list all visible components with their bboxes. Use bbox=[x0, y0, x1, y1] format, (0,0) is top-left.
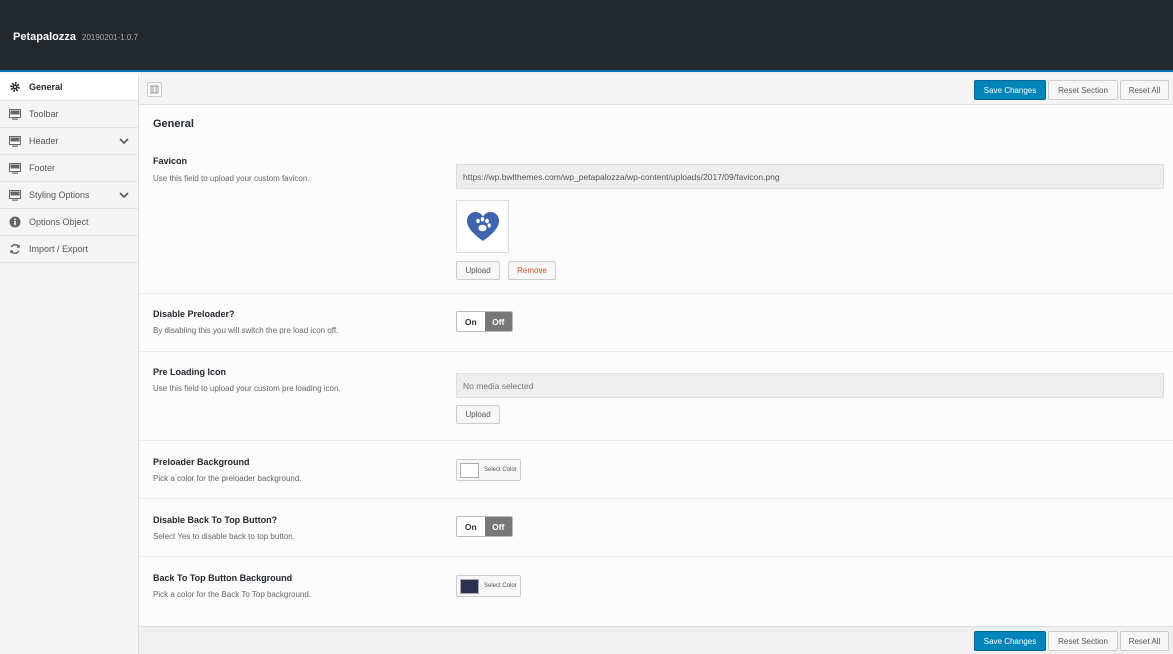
favicon-description: Use this field to upload your custom fav… bbox=[153, 174, 310, 183]
preicon-description: Use this field to upload your custom pre… bbox=[153, 384, 341, 393]
sidebar-item-label: Options Object bbox=[29, 217, 89, 227]
preloader-row: Disable Preloader? By disabling this you… bbox=[139, 294, 1173, 352]
options-panel: General Favicon Use this field to upload… bbox=[139, 105, 1173, 626]
favicon-label: Favicon bbox=[153, 156, 188, 166]
color-swatch bbox=[460, 578, 479, 594]
sidebar-item-label: General bbox=[29, 82, 63, 92]
preicon-url-field[interactable]: No media selected bbox=[456, 373, 1164, 398]
sidebar-item-label: Toolbar bbox=[29, 109, 59, 119]
sidebar-item-label: Styling Options bbox=[29, 190, 90, 200]
preloader-label: Disable Preloader? bbox=[153, 309, 235, 319]
preloader-toggle[interactable]: On Off bbox=[456, 311, 513, 332]
favicon-row: Favicon Use this field to upload your cu… bbox=[139, 145, 1173, 294]
info-icon bbox=[9, 216, 21, 228]
options-toolbar: Save Changes Reset Section Reset All bbox=[139, 74, 1173, 105]
toggle-on-option[interactable]: On bbox=[457, 517, 485, 536]
backtop-toggle[interactable]: On Off bbox=[456, 516, 513, 537]
monitor-icon bbox=[9, 162, 21, 174]
app-title: Petapalozza bbox=[13, 31, 76, 43]
sidebar: General Toolbar Header Footer Styling Op… bbox=[0, 74, 139, 654]
save-changes-button[interactable]: Save Changes bbox=[974, 631, 1046, 651]
monitor-icon bbox=[9, 189, 21, 201]
section-title: General bbox=[153, 118, 194, 130]
monitor-icon bbox=[9, 135, 21, 147]
refresh-icon bbox=[9, 243, 21, 255]
sidebar-item-options-object[interactable]: Options Object bbox=[0, 209, 138, 236]
sidebar-item-label: Import / Export bbox=[29, 244, 89, 254]
reset-section-button[interactable]: Reset Section bbox=[1048, 631, 1118, 651]
paw-heart-icon bbox=[466, 211, 499, 241]
toggle-on-option[interactable]: On bbox=[457, 312, 485, 331]
sidebar-item-toolbar[interactable]: Toolbar bbox=[0, 101, 138, 128]
favicon-upload-button[interactable]: Upload bbox=[456, 261, 500, 280]
sidebar-item-general[interactable]: General bbox=[0, 74, 138, 101]
monitor-icon bbox=[9, 108, 21, 120]
reset-all-button[interactable]: Reset All bbox=[1120, 631, 1169, 651]
sidebar-item-label: Header bbox=[29, 136, 59, 146]
top-bar: Petapalozza 20190201-1.0.7 bbox=[0, 0, 1173, 72]
select-color-label: Select Color bbox=[484, 467, 517, 473]
backtopbg-row: Back To Top Button Background Pick a col… bbox=[139, 557, 1173, 626]
reset-all-button[interactable]: Reset All bbox=[1120, 80, 1169, 100]
sidebar-item-styling-options[interactable]: Styling Options bbox=[0, 182, 138, 209]
backtopbg-color-picker[interactable]: Select Color bbox=[456, 575, 521, 597]
prebg-label: Preloader Background bbox=[153, 457, 250, 467]
expand-options-button[interactable] bbox=[147, 82, 162, 97]
backtop-label: Disable Back To Top Button? bbox=[153, 515, 278, 525]
preloader-description: By disabling this you will switch the pr… bbox=[153, 326, 339, 335]
preicon-label: Pre Loading Icon bbox=[153, 367, 227, 377]
prebg-color-picker[interactable]: Select Color bbox=[456, 459, 521, 481]
chevron-down-icon[interactable] bbox=[119, 190, 129, 200]
backtopbg-label: Back To Top Button Background bbox=[153, 573, 293, 583]
favicon-remove-button[interactable]: Remove bbox=[508, 261, 556, 280]
prebg-row: Preloader Background Pick a color for th… bbox=[139, 441, 1173, 499]
backtop-row: Disable Back To Top Button? Select Yes t… bbox=[139, 499, 1173, 557]
sidebar-item-import-export[interactable]: Import / Export bbox=[0, 236, 138, 263]
color-swatch bbox=[460, 462, 479, 478]
preicon-upload-button[interactable]: Upload bbox=[456, 405, 500, 424]
toggle-off-option[interactable]: Off bbox=[484, 312, 512, 331]
backtop-description: Select Yes to disable back to top button… bbox=[153, 532, 295, 541]
prebg-description: Pick a color for the preloader backgroun… bbox=[153, 474, 302, 483]
gear-icon bbox=[9, 81, 21, 93]
preicon-row: Pre Loading Icon Use this field to uploa… bbox=[139, 352, 1173, 441]
toggle-off-option[interactable]: Off bbox=[484, 517, 512, 536]
backtopbg-description: Pick a color for the Back To Top backgro… bbox=[153, 590, 312, 599]
options-footer-bar: Save Changes Reset Section Reset All bbox=[139, 626, 1173, 654]
app-version: 20190201-1.0.7 bbox=[82, 33, 139, 42]
expand-icon bbox=[150, 85, 159, 94]
sidebar-item-label: Footer bbox=[29, 163, 56, 173]
favicon-url-field[interactable]: https://wp.bwlthemes.com/wp_petapalozza/… bbox=[456, 164, 1164, 189]
select-color-label: Select Color bbox=[484, 583, 517, 589]
sidebar-item-header[interactable]: Header bbox=[0, 128, 138, 155]
favicon-preview bbox=[456, 200, 509, 253]
save-changes-button[interactable]: Save Changes bbox=[974, 80, 1046, 100]
chevron-down-icon[interactable] bbox=[119, 136, 129, 146]
reset-section-button[interactable]: Reset Section bbox=[1048, 80, 1118, 100]
sidebar-item-footer[interactable]: Footer bbox=[0, 155, 138, 182]
